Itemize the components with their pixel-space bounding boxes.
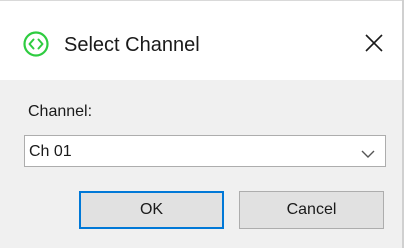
channel-select-value: Ch 01 — [29, 143, 72, 160]
close-button[interactable] — [352, 23, 396, 67]
cancel-button-label: Cancel — [286, 201, 337, 218]
title-bar[interactable]: Select Channel — [0, 1, 402, 81]
ok-button-label: OK — [139, 201, 164, 218]
channel-app-icon — [23, 31, 49, 57]
dialog-body: Channel: Ch 01 OK Cancel — [0, 80, 402, 248]
dialog-title: Select Channel — [64, 34, 200, 56]
select-channel-dialog: Select Channel Channel: Ch 01 OK Cancel — [0, 0, 404, 248]
channel-select[interactable]: Ch 01 — [24, 135, 386, 167]
chevron-down-icon[interactable] — [361, 146, 375, 158]
cancel-button[interactable]: Cancel — [239, 191, 384, 229]
channel-label: Channel: — [28, 103, 93, 120]
close-icon — [364, 33, 384, 58]
ok-button[interactable]: OK — [79, 191, 224, 229]
